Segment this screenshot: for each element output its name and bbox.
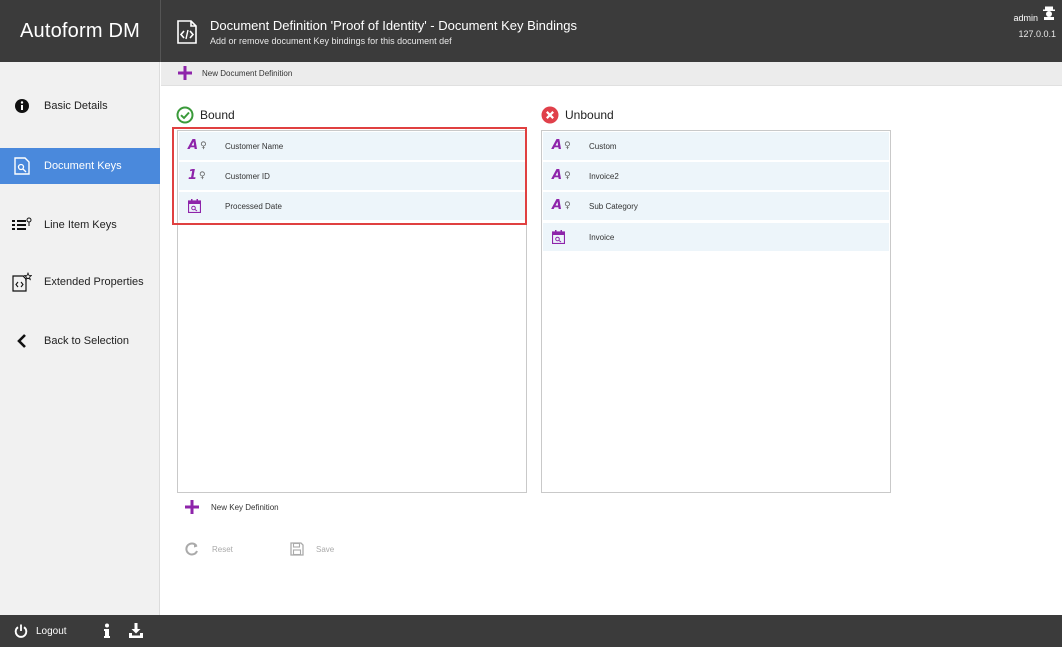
unbound-title: Unbound [541, 106, 614, 124]
key-label: Invoice [589, 232, 615, 242]
bound-key-row[interactable]: Processed Date [179, 192, 525, 220]
sidebar-item-label: Back to Selection [44, 335, 129, 347]
sidebar-item-label: Document Keys [44, 160, 122, 172]
x-circle-icon [541, 106, 559, 124]
page-title: Document Definition 'Proof of Identity' … [210, 18, 577, 33]
bound-title-label: Bound [200, 108, 235, 122]
date-key-icon [552, 229, 576, 245]
text-key-icon: A ♀ [552, 198, 571, 213]
plus-icon [185, 500, 199, 514]
key-label: Processed Date [225, 201, 282, 211]
unbound-list[interactable]: A ♀ Custom A ♀ Invoice2 A ♀ Sub Category In… [541, 130, 891, 493]
footer: Logout [0, 615, 1062, 647]
save-button[interactable]: Save [290, 542, 334, 556]
download-icon[interactable] [128, 623, 144, 639]
user-icon[interactable] [1042, 6, 1056, 20]
text-key-icon: A ♀ [188, 138, 207, 153]
sidebar-item-label: Line Item Keys [44, 219, 117, 231]
bound-title: Bound [176, 106, 235, 124]
info-icon [12, 96, 32, 116]
key-label: Sub Category [589, 201, 638, 211]
sidebar-item-extended-properties[interactable]: Extended Properties [0, 264, 160, 300]
unbound-key-row[interactable]: Invoice [543, 223, 889, 251]
new-document-definition-button[interactable]: New Document Definition [178, 66, 292, 80]
logout-button[interactable]: Logout [14, 624, 67, 638]
bound-key-row[interactable]: A ♀ Customer Name [179, 132, 525, 160]
bound-key-row[interactable]: 1 ♀ Customer ID [179, 162, 525, 190]
extended-properties-icon [12, 272, 32, 292]
info-icon[interactable] [101, 623, 113, 639]
sidebar-item-label: Extended Properties [44, 276, 144, 288]
date-key-icon [188, 198, 212, 214]
list-key-icon [12, 215, 32, 235]
unbound-key-row[interactable]: A ♀ Sub Category [543, 192, 889, 220]
reset-label: Reset [212, 544, 233, 554]
bound-list[interactable]: A ♀ Customer Name 1 ♀ Customer ID Processe… [177, 130, 527, 493]
key-label: Customer Name [225, 141, 284, 151]
sidebar-item-basic-details[interactable]: Basic Details [0, 88, 160, 124]
app-brand: Autoform DM [19, 19, 140, 42]
ip-address: 127.0.0.1 [1018, 29, 1056, 39]
sidebar-item-document-keys[interactable]: Document Keys [0, 148, 160, 184]
key-label: Invoice2 [589, 171, 619, 181]
logout-label: Logout [36, 625, 67, 637]
new-document-definition-label: New Document Definition [202, 68, 293, 78]
save-label: Save [316, 544, 335, 554]
reset-button[interactable]: Reset [185, 542, 233, 556]
sidebar-item-label: Basic Details [44, 100, 108, 112]
new-key-definition-button[interactable]: New Key Definition [185, 500, 279, 514]
sidebar-item-line-item-keys[interactable]: Line Item Keys [0, 207, 160, 243]
sidebar: Basic Details Document Keys Line Item Ke… [0, 62, 160, 615]
key-label: Custom [589, 141, 617, 151]
document-key-icon [12, 156, 32, 176]
brand-divider [160, 0, 161, 62]
reset-icon [185, 542, 198, 556]
number-key-icon: 1 ♀ [188, 168, 206, 183]
toolbar: New Document Definition [161, 62, 1062, 86]
unbound-title-label: Unbound [565, 108, 614, 122]
new-key-definition-label: New Key Definition [211, 502, 279, 512]
document-code-icon [177, 20, 197, 44]
sidebar-item-back-to-selection[interactable]: Back to Selection [0, 323, 160, 359]
text-key-icon: A ♀ [552, 168, 571, 183]
plus-icon [178, 66, 192, 80]
check-circle-icon [176, 106, 194, 124]
user-name[interactable]: admin [1013, 13, 1038, 23]
unbound-key-row[interactable]: A ♀ Invoice2 [543, 162, 889, 190]
unbound-key-row[interactable]: A ♀ Custom [543, 132, 889, 160]
app-header: Autoform DM Document Definition 'Proof o… [0, 0, 1062, 62]
text-key-icon: A ♀ [552, 138, 571, 153]
save-icon [290, 542, 304, 556]
page-subtitle: Add or remove document Key bindings for … [210, 36, 452, 46]
chevron-left-icon [12, 331, 32, 351]
key-label: Customer ID [225, 171, 270, 181]
power-icon [14, 624, 28, 638]
